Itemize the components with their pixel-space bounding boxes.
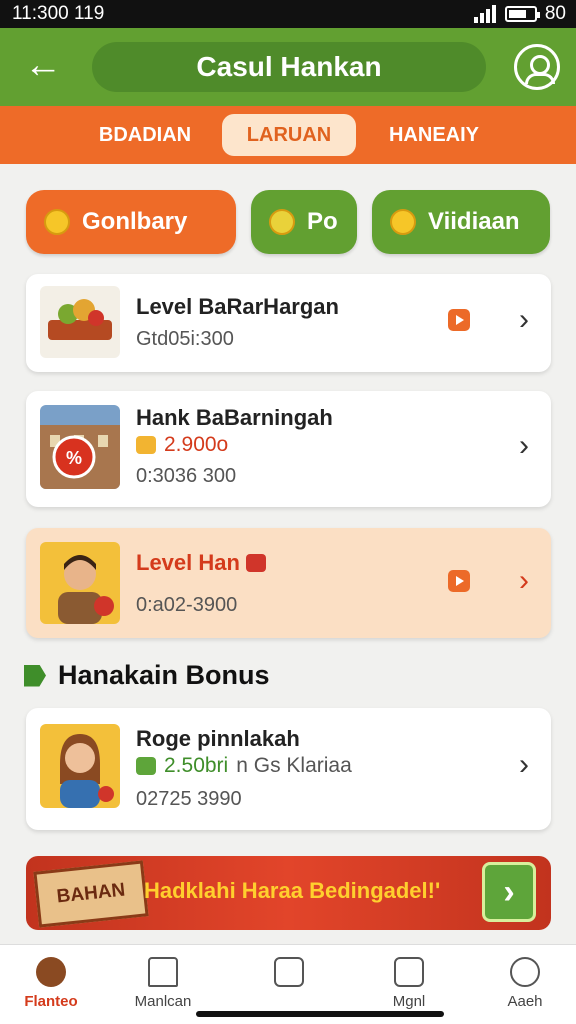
chip-viidiaan[interactable]: Viidiaan bbox=[372, 190, 550, 254]
chip-po[interactable]: Po bbox=[251, 190, 357, 254]
banner-go-button[interactable]: › bbox=[482, 862, 536, 922]
card-price: 2.50bri n Gs Klariaa bbox=[136, 754, 352, 778]
chip-label: Po bbox=[307, 208, 338, 235]
chevron-right-icon: › bbox=[519, 564, 529, 597]
list-item[interactable]: % Hank BaBarningah 2.900o 0:3036 300 › bbox=[26, 391, 551, 507]
nav-item-list[interactable] bbox=[244, 957, 334, 993]
play-badge-icon bbox=[448, 309, 470, 331]
page-title: Casul Hankan bbox=[92, 42, 486, 92]
coin-stack-icon bbox=[136, 436, 156, 454]
banana-icon bbox=[269, 209, 295, 235]
card-subtitle: 02725 3990 bbox=[136, 788, 242, 810]
tab-haneaiy[interactable]: HANEAIY bbox=[372, 114, 496, 156]
chevron-right-icon: › bbox=[519, 303, 529, 336]
status-icons: 80 bbox=[473, 3, 566, 25]
card-title: Hank BaBarningah bbox=[136, 405, 333, 430]
battery-level: 80 bbox=[544, 3, 566, 24]
gift-icon bbox=[245, 554, 266, 572]
list-item[interactable]: Roge pinnlakah 2.50bri n Gs Klariaa 0272… bbox=[26, 708, 551, 830]
card-title: Level BaRarHargan bbox=[136, 294, 339, 319]
nav-item-manlcan[interactable]: Manlcan bbox=[118, 957, 208, 1010]
woman-thumbnail bbox=[40, 724, 120, 808]
nav-item-mgnl[interactable]: Mgnl bbox=[364, 957, 454, 1010]
nav-label: Aaeh bbox=[507, 993, 543, 1010]
banner-stamp: BAHAN bbox=[33, 860, 149, 928]
person-thumbnail bbox=[40, 542, 120, 624]
list-item[interactable]: Level Han 0:a02-3900 › bbox=[26, 528, 551, 638]
price-value: 2.50bri bbox=[164, 754, 229, 777]
home-icon bbox=[148, 957, 178, 987]
back-arrow-icon[interactable]: ← bbox=[22, 44, 64, 86]
nav-label: Mgnl bbox=[392, 993, 426, 1010]
card-subtitle: 0:3036 300 bbox=[136, 465, 237, 487]
avatar-icon bbox=[36, 957, 66, 987]
card-title: Level Han bbox=[136, 550, 266, 576]
user-icon bbox=[510, 957, 540, 987]
chip-gonlbary[interactable]: Gonlbary bbox=[26, 190, 236, 254]
food-basket-thumbnail bbox=[40, 286, 120, 358]
profile-icon[interactable] bbox=[514, 44, 560, 90]
building-thumbnail: % bbox=[40, 405, 120, 489]
card-price: 2.900o bbox=[136, 433, 228, 457]
chip-label: Gonlbary bbox=[82, 208, 188, 235]
nav-item-flanteo[interactable]: Flanteo bbox=[6, 957, 96, 1010]
tab-bar: BDADIAN LARUAN HANEAIY bbox=[0, 106, 576, 164]
list-item[interactable]: Level BaRarHargan Gtd05i:300 › bbox=[26, 274, 551, 372]
price-value: 2.900o bbox=[164, 433, 229, 456]
coin-icon bbox=[44, 209, 70, 235]
card-title: Roge pinnlakah bbox=[136, 726, 300, 751]
flag-icon bbox=[24, 664, 46, 687]
promo-banner[interactable]: BAHAN Hadklahi Haraa Bedingadel!' › bbox=[26, 856, 551, 930]
nav-item-aaeh[interactable]: Aaeh bbox=[480, 957, 570, 1010]
chip-label: Viidiaan bbox=[428, 208, 520, 235]
section-title-text: Hanakain Bonus bbox=[58, 660, 270, 690]
chevron-right-icon: › bbox=[519, 748, 529, 781]
svg-text:%: % bbox=[66, 448, 82, 468]
tab-laruan[interactable]: LARUAN bbox=[222, 114, 356, 156]
banner-text: Hadklahi Haraa Bedingadel!' bbox=[144, 878, 441, 903]
play-badge-icon bbox=[448, 570, 470, 592]
status-time: 11:300 119 bbox=[12, 3, 105, 24]
tab-bdadian[interactable]: BDADIAN bbox=[82, 114, 208, 156]
nav-label: Manlcan bbox=[134, 993, 192, 1010]
nav-label: Flanteo bbox=[24, 993, 78, 1010]
coin-icon bbox=[390, 209, 416, 235]
signal-icon bbox=[473, 5, 496, 23]
card-subtitle: Gtd05i:300 bbox=[136, 328, 234, 350]
book-icon bbox=[394, 957, 424, 987]
card-subtitle: 0:a02-3900 bbox=[136, 594, 238, 616]
battery-icon bbox=[504, 6, 540, 22]
price-note: n Gs Klariaa bbox=[236, 754, 352, 777]
app-header: ← Casul Hankan bbox=[0, 28, 576, 106]
home-indicator[interactable] bbox=[196, 1011, 444, 1017]
chevron-right-icon: › bbox=[519, 429, 529, 462]
gem-icon bbox=[136, 757, 156, 775]
section-title: Hanakain Bonus bbox=[24, 660, 270, 691]
card-title-text: Level Han bbox=[136, 550, 240, 575]
list-icon bbox=[274, 957, 304, 987]
status-bar: 11:300 119 80 bbox=[0, 0, 576, 28]
